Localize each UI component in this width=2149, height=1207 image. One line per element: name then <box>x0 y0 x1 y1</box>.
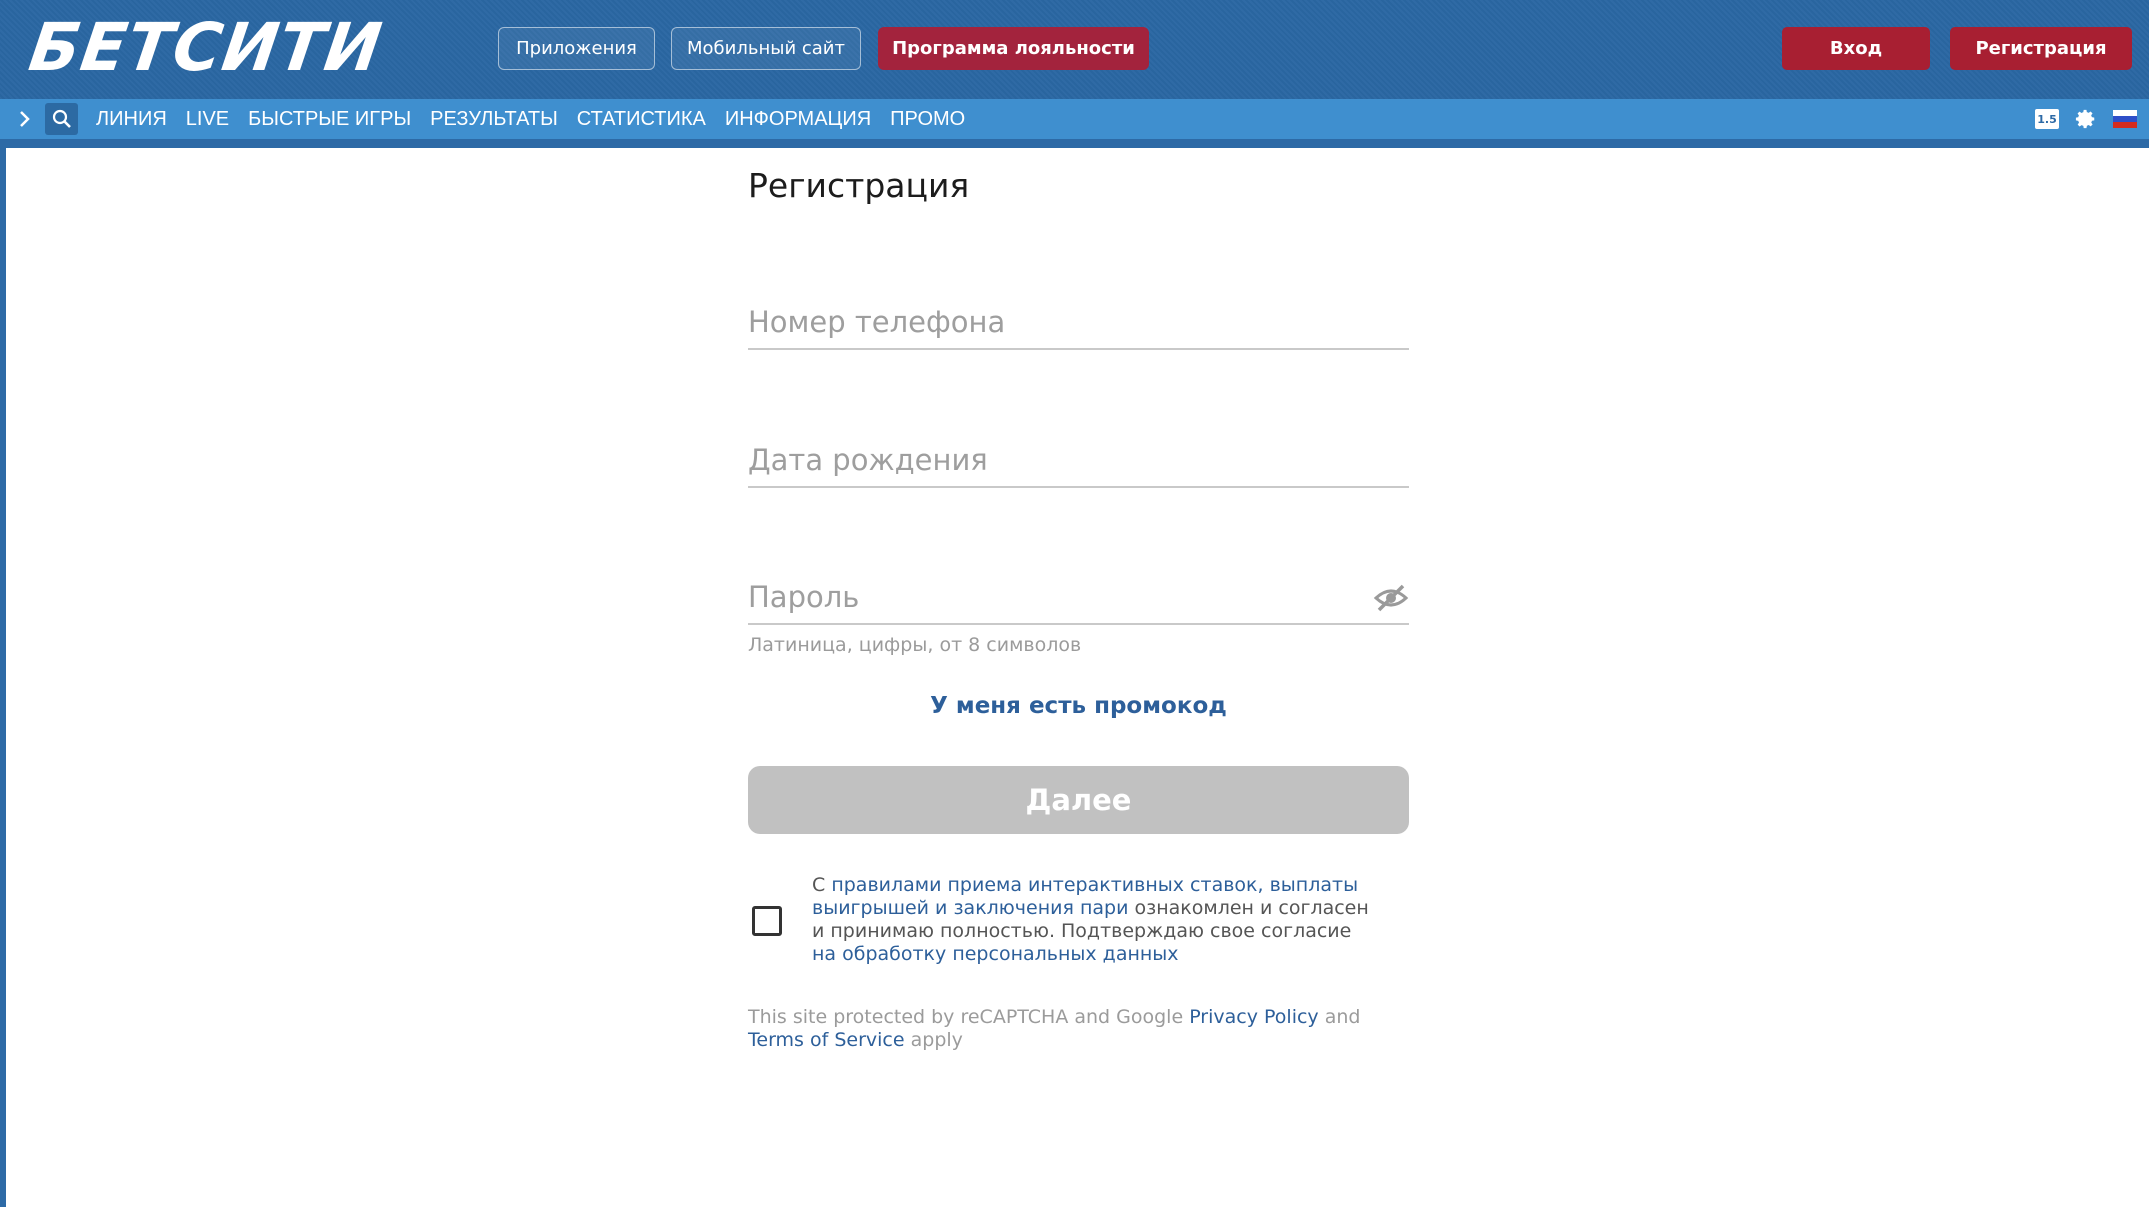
search-icon[interactable] <box>45 103 78 135</box>
login-button[interactable]: Вход <box>1782 27 1930 70</box>
password-hint: Латиница, цифры, от 8 символов <box>748 634 1082 656</box>
personal-data-link[interactable]: на обработку персональных данных <box>812 943 1179 965</box>
nav-divider <box>0 139 2149 148</box>
next-button[interactable]: Далее <box>748 766 1409 834</box>
page-title: Регистрация <box>748 166 970 205</box>
captcha-and: and <box>1318 1006 1361 1028</box>
nav-item-live[interactable]: LIVE <box>186 108 229 131</box>
phone-field <box>748 296 1409 350</box>
promo-code-link[interactable]: У меня есть промокод <box>748 693 1409 719</box>
loyalty-program-button[interactable]: Программа лояльности <box>878 27 1149 70</box>
privacy-policy-link[interactable]: Privacy Policy <box>1189 1006 1318 1028</box>
betcity-logo[interactable]: БЕТСИТИ <box>24 8 387 88</box>
terms-of-service-link[interactable]: Terms of Service <box>748 1029 905 1051</box>
register-button[interactable]: Регистрация <box>1950 27 2132 70</box>
terms-prefix: С <box>812 874 832 896</box>
coefficient-icon[interactable]: 1.5 <box>2035 109 2059 129</box>
main-nav: ЛИНИЯ LIVE БЫСТРЫЕ ИГРЫ РЕЗУЛЬТАТЫ СТАТИ… <box>0 99 2149 139</box>
gear-icon[interactable] <box>2075 108 2097 130</box>
nav-item-statistics[interactable]: СТАТИСТИКА <box>577 108 706 131</box>
recaptcha-notice: This site protected by reCAPTCHA and Goo… <box>748 1006 1409 1052</box>
nav-item-fast-games[interactable]: БЫСТРЫЕ ИГРЫ <box>248 108 411 131</box>
password-field <box>748 571 1409 625</box>
apps-button[interactable]: Приложения <box>498 27 655 70</box>
eye-off-icon[interactable] <box>1373 583 1409 613</box>
captcha-prefix: This site protected by reCAPTCHA and Goo… <box>748 1006 1190 1028</box>
birthdate-input[interactable] <box>748 434 1348 486</box>
terms-text: С правилами приема интерактивных ставок,… <box>812 874 1372 966</box>
top-header: БЕТСИТИ Приложения Мобильный сайт Програ… <box>0 0 2149 99</box>
captcha-suffix: apply <box>904 1029 963 1051</box>
mobile-site-button[interactable]: Мобильный сайт <box>671 27 861 70</box>
phone-input[interactable] <box>748 296 1348 348</box>
terms-checkbox[interactable] <box>752 906 782 936</box>
password-input[interactable] <box>748 571 1348 623</box>
nav-item-promo[interactable]: ПРОМО <box>890 108 965 131</box>
nav-item-information[interactable]: ИНФОРМАЦИЯ <box>725 108 871 131</box>
registration-page: Регистрация Латиница, цифры, от 8 символ… <box>6 148 2149 1207</box>
chevron-right-icon[interactable] <box>12 107 36 131</box>
nav-item-line[interactable]: ЛИНИЯ <box>96 108 167 131</box>
nav-item-results[interactable]: РЕЗУЛЬТАТЫ <box>430 108 558 131</box>
russian-flag-icon[interactable] <box>2113 110 2137 128</box>
birthdate-field <box>748 434 1409 488</box>
